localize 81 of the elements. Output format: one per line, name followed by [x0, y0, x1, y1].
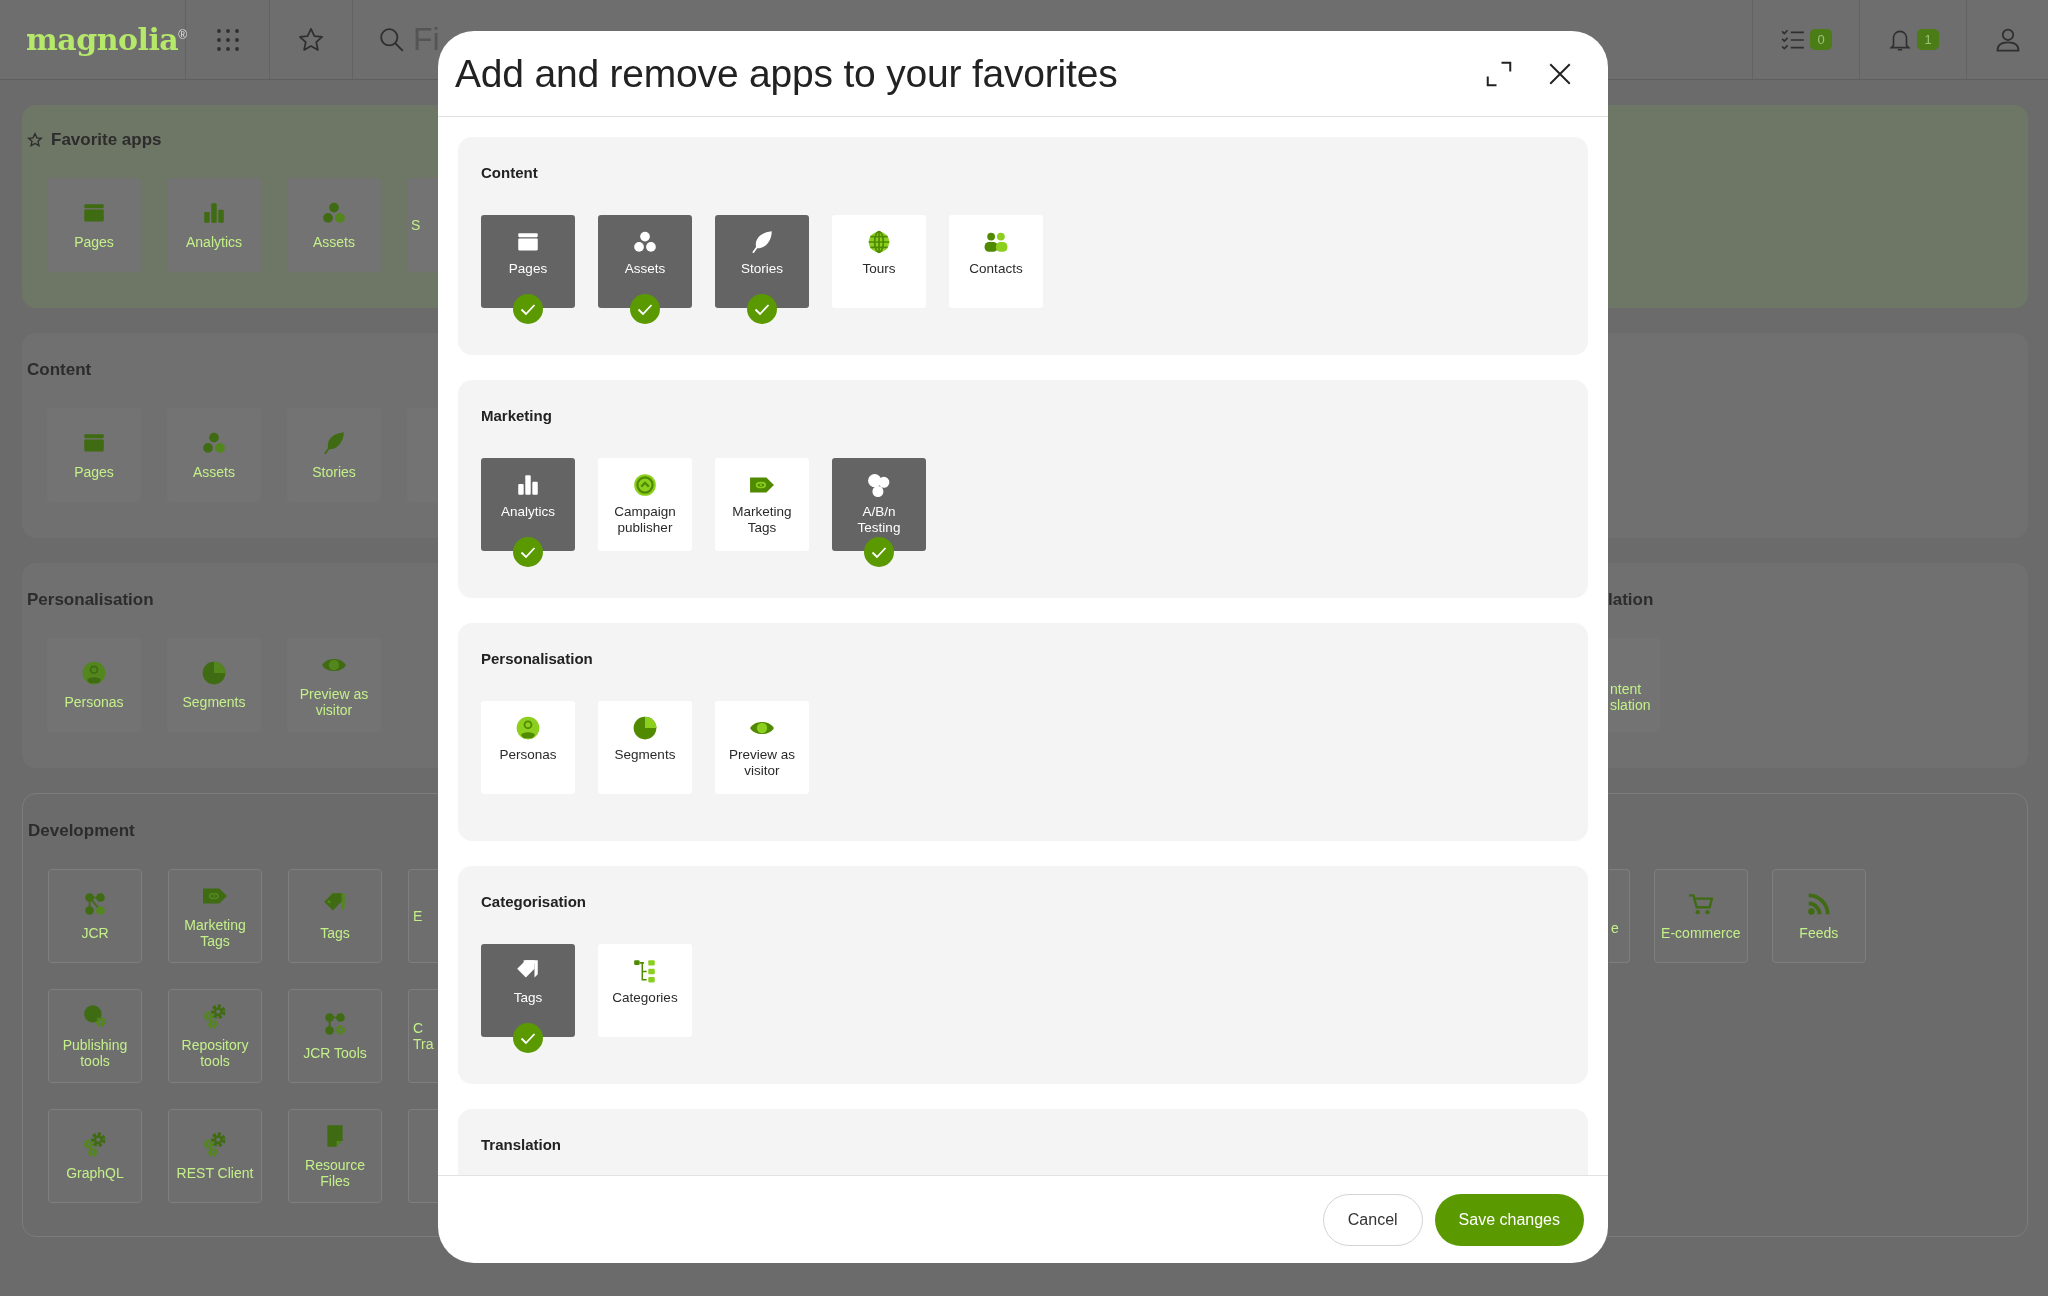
dialog-title: Add and remove apps to your favorites	[455, 51, 1119, 96]
pie-chart-icon	[632, 715, 658, 741]
app-tile[interactable]: Contacts	[949, 215, 1043, 308]
check-icon	[513, 1023, 543, 1053]
app-tile[interactable]: Feeds	[1771, 869, 1866, 963]
app-tile[interactable]: Campaign publisher	[598, 458, 692, 551]
app-tile[interactable]: A/B/n Testing	[832, 458, 926, 551]
app-tile[interactable]: Tags	[288, 869, 382, 963]
section-heading: Translation	[481, 1136, 563, 1154]
section-heading: Marketing	[481, 407, 553, 425]
star-icon	[27, 132, 43, 148]
circles-icon	[201, 430, 227, 456]
section-heading: Categorisation	[481, 893, 587, 911]
app-tile[interactable]: JCR Tools	[288, 989, 382, 1083]
count-badge: 1	[1917, 29, 1939, 50]
cart-icon	[1687, 891, 1714, 917]
app-tile[interactable]: Publishing tools	[48, 989, 142, 1083]
section-heading: Personalisation	[481, 650, 594, 668]
bar-chart-icon	[201, 200, 227, 226]
app-tile[interactable]: Stories	[715, 215, 809, 308]
check-icon	[864, 537, 894, 567]
check-icon	[513, 537, 543, 567]
app-tile[interactable]: Categories	[598, 944, 692, 1037]
app-tile[interactable]: REST Client	[168, 1109, 262, 1203]
app-tile[interactable]: E-commerce	[1653, 869, 1748, 963]
app-tile[interactable]: Analytics	[481, 458, 575, 551]
app-tile[interactable]: Preview as visitor	[715, 701, 809, 794]
app-tile[interactable]: e	[1609, 869, 1630, 963]
tree-icon	[632, 958, 658, 984]
section-heading: Development	[28, 821, 135, 841]
section-heading: Personalisation	[27, 590, 154, 610]
app-tile[interactable]: Resource Files	[288, 1109, 382, 1203]
globe-icon	[866, 229, 892, 255]
app-tile[interactable]: Tags	[481, 944, 575, 1037]
app-tile[interactable]: Repository tools	[168, 989, 262, 1083]
check-icon	[513, 294, 543, 324]
gears-icon	[202, 1003, 228, 1029]
check-icon	[747, 294, 777, 324]
gears-icon	[82, 1131, 108, 1157]
nodes-gear-icon	[322, 1011, 348, 1037]
pie-chart-icon	[201, 660, 227, 686]
app-tile[interactable]: Personas	[481, 701, 575, 794]
save-button[interactable]: Save changes	[1434, 1193, 1584, 1246]
user-icon	[515, 715, 541, 741]
search-icon	[379, 26, 405, 53]
app-tile[interactable]: Segments	[598, 701, 692, 794]
app-tile[interactable]: Assets	[287, 178, 381, 272]
app-tile[interactable]: JCR	[48, 869, 142, 963]
circles-icon	[866, 472, 892, 498]
cancel-button[interactable]: Cancel	[1322, 1193, 1423, 1246]
bar-chart-icon	[515, 472, 541, 498]
app-tile[interactable]: Pages	[481, 215, 575, 308]
grid-icon	[215, 27, 240, 52]
rss-icon	[1805, 891, 1832, 917]
circles-icon	[632, 229, 658, 255]
app-tile[interactable]: Pages	[47, 178, 141, 272]
app-tile[interactable]: Tours	[832, 215, 926, 308]
star-icon	[297, 25, 325, 54]
chevron-circle-icon	[632, 472, 658, 498]
logo[interactable]: magnolia$^{®}$	[26, 22, 187, 57]
notifications-button[interactable]: 1	[1860, 0, 1967, 79]
check-icon	[630, 294, 660, 324]
app-tile[interactable]: Marketing Tags	[168, 869, 262, 963]
circles-icon	[321, 200, 347, 226]
app-tile[interactable]: E	[408, 869, 439, 963]
count-badge: 0	[1810, 29, 1832, 50]
user-icon	[81, 660, 107, 686]
app-tile[interactable]: S	[407, 178, 438, 272]
nodes-icon	[82, 891, 108, 917]
section-heading: lation	[1608, 590, 1654, 610]
tasks-button[interactable]: 0	[1752, 0, 1860, 79]
app-tile[interactable]: Marketing Tags	[715, 458, 809, 551]
section-heading: Content	[481, 164, 539, 182]
gear-badge-icon	[82, 1003, 108, 1029]
section-heading: Content	[27, 360, 92, 380]
app-tile[interactable]: GraphQL	[48, 1109, 142, 1203]
gears-icon	[202, 1131, 228, 1157]
section-heading: Favorite apps	[51, 130, 162, 150]
app-tile[interactable]: C Tra	[408, 989, 439, 1083]
app-tile[interactable]: Assets	[598, 215, 692, 308]
app-tile[interactable]: Analytics	[167, 178, 261, 272]
